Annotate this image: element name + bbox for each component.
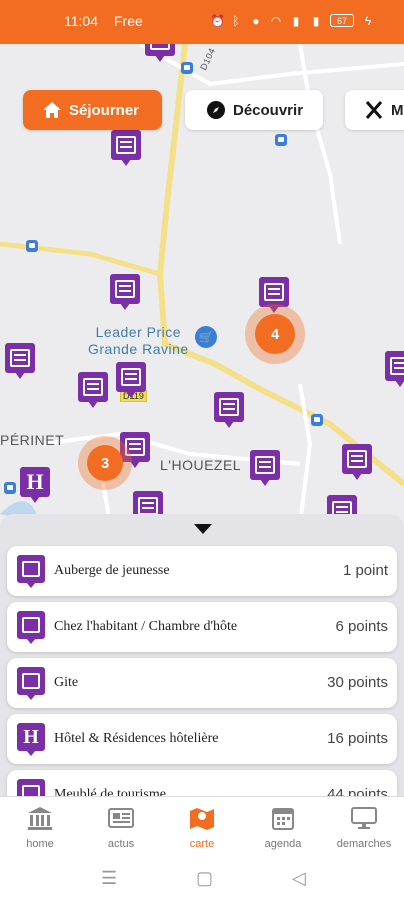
list-item-count: 30 points [327, 674, 388, 691]
tab-carte[interactable]: carte [162, 805, 242, 850]
gite-marker-icon[interactable] [78, 372, 108, 408]
hotel-h-icon: H [17, 723, 45, 756]
back-icon[interactable]: ◁ [292, 868, 306, 889]
list-item[interactable]: Auberge de jeunesse 1 point [7, 546, 397, 596]
gite-marker-icon[interactable] [214, 392, 244, 428]
tab-label: demarches [336, 838, 392, 850]
list-item-name: Hôtel & Résidences hôtelière [54, 731, 219, 746]
signal-icon: ▮ [292, 13, 300, 28]
wifi-icon: ◠ [270, 13, 282, 28]
alarm-icon: ⏰ [210, 13, 225, 28]
compass-icon [205, 99, 227, 121]
category-label: Séjourner [69, 101, 140, 119]
category-sejourner-button[interactable]: Séjourner [23, 90, 162, 130]
list-item-count: 6 points [335, 618, 388, 635]
hostel-bed-icon [17, 555, 45, 588]
gite-marker-icon[interactable] [111, 130, 141, 166]
map-place-label: PÉRINET [0, 432, 65, 448]
tab-label: home [26, 838, 54, 850]
hostel-marker-icon[interactable] [145, 44, 175, 62]
category-bar: Séjourner Découvrir M [0, 90, 404, 130]
tab-actus[interactable]: actus [81, 805, 161, 850]
shopping-cart-icon[interactable]: 🛒 [195, 326, 217, 348]
map-icon [190, 808, 214, 830]
guesthouse-marker-icon[interactable] [342, 444, 372, 480]
category-label: M [391, 101, 404, 119]
bus-stop-icon[interactable] [26, 240, 38, 252]
category-manger-button[interactable]: M [345, 90, 404, 130]
museum-icon [28, 807, 52, 830]
guesthouse-marker-icon[interactable] [259, 277, 289, 313]
list-item[interactable]: Chez l'habitant / Chambre d'hôte 6 point… [7, 602, 397, 652]
gite-marker-icon[interactable] [110, 274, 140, 310]
map-poi-label: Leader Price Grande Ravine [88, 324, 189, 357]
list-item-count: 1 point [342, 562, 388, 579]
gite-marker-icon[interactable] [385, 351, 404, 387]
status-time: 11:04 [64, 13, 98, 29]
home-icon [41, 99, 63, 121]
tab-home[interactable]: home [0, 805, 80, 850]
status-carrier: Free [114, 13, 143, 29]
guesthouse-icon [17, 611, 45, 644]
guesthouse-marker-icon[interactable] [116, 362, 146, 398]
list-item-name: Gite [54, 675, 79, 690]
home-nav-icon[interactable]: ▢ [196, 868, 213, 889]
tab-label: carte [189, 838, 215, 850]
tab-label: agenda [264, 838, 302, 850]
tab-label: actus [107, 838, 135, 850]
hotel-marker-icon[interactable]: H [20, 467, 50, 503]
map-cluster[interactable]: 4 [245, 304, 305, 364]
utensils-icon [363, 99, 385, 121]
bus-stop-icon[interactable] [181, 62, 193, 74]
list-item[interactable]: Gite 30 points [7, 658, 397, 708]
map-cluster[interactable]: 3 [78, 436, 132, 490]
cluster-count: 3 [87, 445, 123, 481]
newspaper-icon [108, 808, 134, 828]
signal-icon: ▮ [312, 13, 320, 28]
category-decouvrir-button[interactable]: Découvrir [185, 90, 323, 130]
bluetooth-icon: ᛒ [232, 13, 240, 28]
status-icons: ⏰ ᛒ ● ◠ ▮ ▮ 67 ϟ [210, 14, 374, 27]
tab-demarches[interactable]: demarches [324, 805, 404, 850]
category-label: Découvrir [233, 101, 304, 119]
list-item[interactable]: H Hôtel & Résidences hôtelière 16 points [7, 714, 397, 764]
tab-agenda[interactable]: agenda [243, 805, 323, 850]
bus-stop-icon[interactable] [4, 482, 16, 494]
gite-marker-icon[interactable] [250, 450, 280, 486]
monitor-icon [351, 807, 377, 829]
recent-apps-icon[interactable]: ☰ [101, 868, 117, 889]
gite-marker-icon[interactable] [5, 343, 35, 379]
list-item-name: Auberge de jeunesse [54, 563, 170, 578]
bus-stop-icon[interactable] [311, 414, 323, 426]
list-item-count: 16 points [327, 730, 388, 747]
bus-stop-icon[interactable] [275, 134, 287, 146]
map-place-label: L'HOUEZEL [160, 457, 242, 473]
calendar-icon [272, 808, 294, 830]
system-nav-bar: ☰ ▢ ◁ [0, 860, 404, 900]
cluster-count: 4 [255, 314, 295, 354]
gite-bed-icon [17, 667, 45, 700]
sheet-collapse-icon[interactable] [194, 524, 212, 534]
charging-icon: ϟ [364, 13, 372, 28]
battery-icon: 67 [330, 14, 354, 27]
status-bar: 11:04 Free ⏰ ᛒ ● ◠ ▮ ▮ 67 ϟ [0, 0, 404, 44]
bottom-tab-bar: home actus carte agenda demarches [0, 796, 404, 861]
list-item-name: Chez l'habitant / Chambre d'hôte [54, 619, 238, 634]
location-icon: ● [252, 13, 260, 28]
